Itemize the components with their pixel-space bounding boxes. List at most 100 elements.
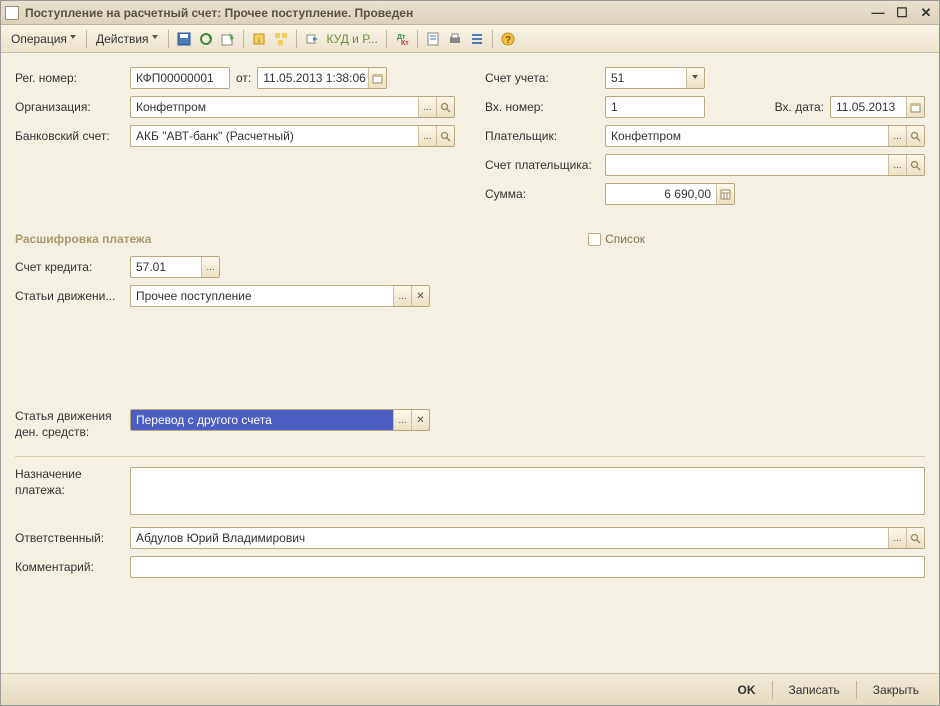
toolbar: Операция Действия ↓ КУД и Р... — [1, 25, 939, 53]
separator — [296, 30, 297, 48]
reg-no-input[interactable]: КФП00000001 — [130, 67, 230, 89]
structure-icon[interactable] — [271, 29, 291, 49]
label-move-article: Статьи движени... — [15, 289, 130, 303]
refresh-icon[interactable] — [196, 29, 216, 49]
separator — [86, 30, 87, 48]
menu-operation[interactable]: Операция — [7, 29, 81, 49]
save-icon[interactable] — [174, 29, 194, 49]
search-icon[interactable] — [436, 126, 454, 146]
close-footer-button[interactable]: Закрыть — [863, 680, 929, 700]
move-article-input[interactable]: Прочее поступление ... ✕ — [130, 285, 430, 307]
left-column: Рег. номер: КФП00000001 от: 11.05.2013 1… — [15, 67, 455, 212]
save-button[interactable]: Записать — [779, 680, 850, 700]
ok-button[interactable]: OK — [728, 680, 766, 700]
label-org: Организация: — [15, 100, 130, 114]
footer: OK Записать Закрыть — [1, 673, 939, 705]
calendar-icon[interactable] — [368, 68, 386, 88]
responsible-input[interactable]: Абдулов Юрий Владимирович ... — [130, 527, 925, 549]
select-button[interactable]: ... — [201, 257, 219, 277]
label-cash-article: Статья движения ден. средств: — [15, 409, 130, 440]
date-input[interactable]: 11.05.2013 1:38:06 — [257, 67, 387, 89]
select-button[interactable]: ... — [393, 410, 411, 430]
label-in-date: Вх. дата: — [769, 100, 830, 114]
kudir-link[interactable]: КУД и Р... — [324, 32, 381, 46]
select-button[interactable]: ... — [418, 126, 436, 146]
menu-actions[interactable]: Действия — [92, 29, 163, 49]
separator — [856, 681, 857, 699]
list-icon[interactable] — [467, 29, 487, 49]
print-icon[interactable] — [445, 29, 465, 49]
search-icon[interactable] — [906, 155, 924, 175]
window-icon — [5, 6, 19, 20]
acc-input[interactable]: 51 — [605, 67, 705, 89]
credit-acc-input[interactable]: 57.01 ... — [130, 256, 220, 278]
comment-input[interactable] — [130, 556, 925, 578]
menu-actions-label: Действия — [96, 32, 149, 46]
select-button[interactable]: ... — [418, 97, 436, 117]
calculator-icon[interactable] — [716, 184, 734, 204]
svg-text:?: ? — [505, 35, 511, 46]
bank-acc-input[interactable]: АКБ "АВТ-банк" (Расчетный) ... — [130, 125, 455, 147]
org-input[interactable]: Конфетпром ... — [130, 96, 455, 118]
kudir-label: КУД и Р... — [327, 32, 378, 46]
select-button[interactable]: ... — [393, 286, 411, 306]
clear-button[interactable]: ✕ — [411, 410, 429, 430]
svg-text:Кт: Кт — [401, 40, 409, 47]
dropdown-button[interactable] — [686, 68, 704, 88]
help-icon[interactable]: ? — [498, 29, 518, 49]
go-icon[interactable] — [302, 29, 322, 49]
dtkt-icon[interactable]: ДтКт — [392, 29, 412, 49]
chevron-down-icon — [70, 35, 77, 42]
section-header: Расшифровка платежа — [15, 232, 151, 246]
divider — [15, 456, 925, 457]
label-payer: Плательщик: — [485, 129, 605, 143]
label-bank-acc: Банковский счет: — [15, 129, 130, 143]
label-purpose: Назначение платежа: — [15, 467, 130, 498]
chevron-down-icon — [152, 35, 159, 42]
report-icon[interactable] — [423, 29, 443, 49]
label-from: от: — [230, 71, 257, 85]
label-credit-acc: Счет кредита: — [15, 260, 130, 274]
label-payer-acc: Счет плательщика: — [485, 158, 605, 172]
in-no-input[interactable]: 1 — [605, 96, 705, 118]
search-icon[interactable] — [906, 126, 924, 146]
separator — [772, 681, 773, 699]
search-icon[interactable] — [906, 528, 924, 548]
separator — [243, 30, 244, 48]
in-date-input[interactable]: 11.05.2013 — [830, 96, 925, 118]
post-icon[interactable] — [218, 29, 238, 49]
right-column: Счет учета: 51 Вх. номер: 1 Вх. дата: 11… — [485, 67, 925, 212]
main-window: Поступление на расчетный счет: Прочее по… — [0, 0, 940, 706]
basis-icon[interactable]: ↓ — [249, 29, 269, 49]
search-icon[interactable] — [436, 97, 454, 117]
list-checkbox[interactable] — [588, 233, 601, 246]
calendar-icon[interactable] — [906, 97, 924, 117]
select-button[interactable]: ... — [888, 126, 906, 146]
chevron-down-icon — [692, 75, 699, 82]
sum-input[interactable]: 6 690,00 — [605, 183, 735, 205]
menu-operation-label: Операция — [11, 32, 67, 46]
close-button[interactable]: ✕ — [917, 5, 935, 21]
titlebar: Поступление на расчетный счет: Прочее по… — [1, 1, 939, 25]
select-button[interactable]: ... — [888, 155, 906, 175]
window-title: Поступление на расчетный счет: Прочее по… — [25, 6, 869, 20]
label-acc: Счет учета: — [485, 71, 605, 85]
label-list: Список — [605, 232, 645, 246]
separator — [417, 30, 418, 48]
minimize-button[interactable]: — — [869, 5, 887, 21]
separator — [386, 30, 387, 48]
separator — [168, 30, 169, 48]
label-in-no: Вх. номер: — [485, 100, 605, 114]
payer-acc-input[interactable]: ... — [605, 154, 925, 176]
payer-input[interactable]: Конфетпром ... — [605, 125, 925, 147]
label-sum: Сумма: — [485, 187, 605, 201]
select-button[interactable]: ... — [888, 528, 906, 548]
clear-button[interactable]: ✕ — [411, 286, 429, 306]
maximize-button[interactable]: ☐ — [893, 5, 911, 21]
label-responsible: Ответственный: — [15, 531, 130, 545]
purpose-textarea[interactable] — [130, 467, 925, 515]
window-controls: — ☐ ✕ — [869, 5, 935, 21]
svg-text:↓: ↓ — [256, 34, 261, 44]
cash-article-input[interactable]: Перевод с другого счета ... ✕ — [130, 409, 430, 431]
separator — [492, 30, 493, 48]
